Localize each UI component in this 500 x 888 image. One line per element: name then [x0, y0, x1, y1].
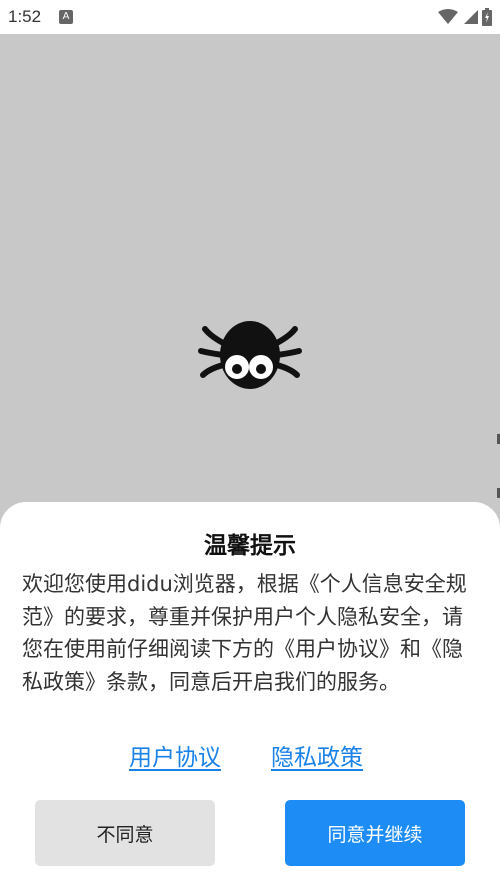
status-icons — [438, 8, 492, 26]
wifi-icon — [438, 9, 458, 24]
signal-icon — [464, 10, 478, 24]
privacy-dialog: 温馨提示 欢迎您使用didu浏览器，根据《个人信息安全规范》的要求，尊重并保护用… — [0, 502, 500, 888]
policy-links: 用户协议 隐私政策 — [0, 738, 500, 774]
status-bar: 1:52 A — [0, 0, 500, 34]
dialog-body-text: 欢迎您使用didu浏览器，根据《个人信息安全规范》的要求，尊重并保护用户个人隐私… — [22, 572, 467, 694]
battery-icon — [482, 8, 492, 26]
agree-continue-button[interactable]: 同意并继续 — [285, 800, 465, 866]
dialog-title: 温馨提示 — [204, 533, 296, 559]
user-agreement-link[interactable]: 用户协议 — [129, 738, 221, 772]
spider-icon — [198, 321, 302, 389]
privacy-policy-link[interactable]: 隐私政策 — [271, 738, 363, 772]
disagree-button[interactable]: 不同意 — [35, 800, 215, 866]
status-time: 1:52 — [8, 7, 42, 26]
notification-app-icon: A — [59, 10, 74, 24]
